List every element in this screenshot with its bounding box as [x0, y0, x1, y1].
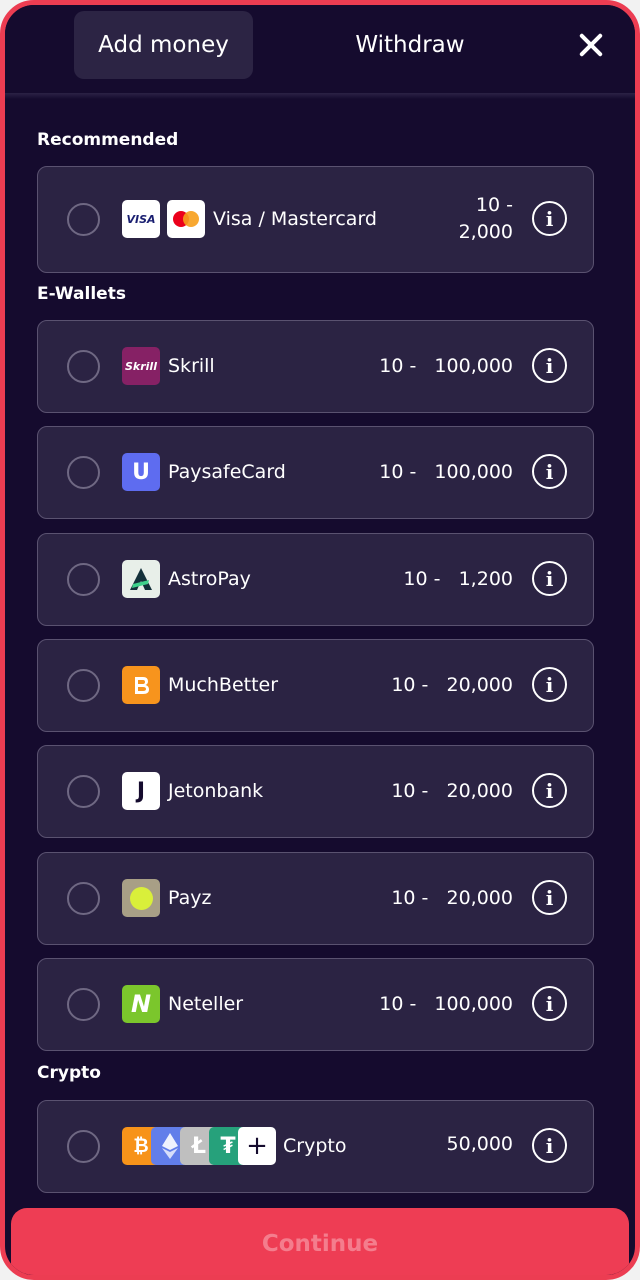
method-name: AstroPay — [168, 568, 251, 590]
info-icon[interactable]: i — [532, 880, 567, 915]
info-icon[interactable]: i — [532, 1128, 567, 1163]
method-limits: 10 - 20,000 — [391, 780, 513, 802]
payment-option-crypto[interactable]: ₿ Ł ₮ + Crypto 50,000 i — [37, 1100, 594, 1193]
method-name: Jetonbank — [168, 780, 264, 802]
radio-button[interactable] — [67, 456, 100, 489]
method-name: MuchBetter — [168, 674, 279, 696]
payment-option-payz[interactable]: Payz 10 - 20,000 i — [37, 852, 594, 945]
neteller-logo-icon: N — [122, 985, 160, 1023]
paysafecard-logo-icon: U — [122, 453, 160, 491]
info-icon[interactable]: i — [532, 201, 567, 236]
method-name: PaysafeCard — [168, 461, 286, 483]
skrill-logo-icon: Skrill — [122, 347, 160, 385]
section-title-ewallets: E-Wallets — [37, 284, 126, 304]
method-limits: 10 - 2,000 — [458, 194, 513, 243]
method-name: Payz — [168, 887, 212, 909]
radio-button[interactable] — [67, 882, 100, 915]
modal-header: Add money Withdraw — [5, 5, 635, 95]
payment-option-skrill[interactable]: Skrill Skrill 10 - 100,000 i — [37, 320, 594, 413]
payment-option-jetonbank[interactable]: J Jetonbank 10 - 20,000 i — [37, 745, 594, 838]
mastercard-logo-icon — [167, 200, 205, 238]
tab-add-money[interactable]: Add money — [74, 11, 253, 79]
section-title-recommended: Recommended — [37, 130, 179, 150]
muchbetter-logo-icon — [122, 666, 160, 704]
payment-option-paysafecard[interactable]: U PaysafeCard 10 - 100,000 i — [37, 426, 594, 519]
section-title-crypto: Crypto — [37, 1063, 101, 1083]
jetonbank-logo-icon: J — [122, 772, 160, 810]
radio-button[interactable] — [67, 775, 100, 808]
tab-withdraw[interactable]: Withdraw — [320, 11, 500, 79]
info-icon[interactable]: i — [532, 986, 567, 1021]
payment-option-astropay[interactable]: AstroPay 10 - 1,200 i — [37, 533, 594, 626]
header-divider — [5, 93, 635, 99]
method-limits: 10 - 100,000 — [379, 993, 513, 1015]
radio-button[interactable] — [67, 203, 100, 236]
method-name: Crypto — [283, 1135, 347, 1157]
info-icon[interactable]: i — [532, 667, 567, 702]
radio-button[interactable] — [67, 669, 100, 702]
payz-logo-icon — [122, 879, 160, 917]
method-limits: 10 - 1,200 — [403, 568, 513, 590]
method-limits: 10 - 100,000 — [379, 355, 513, 377]
method-name: Neteller — [168, 993, 244, 1015]
info-icon[interactable]: i — [532, 348, 567, 383]
payment-option-neteller[interactable]: N Neteller 10 - 100,000 i — [37, 958, 594, 1051]
payment-option-visa-mastercard[interactable]: VISA Visa / Mastercard 10 - 2,000 i — [37, 166, 594, 273]
radio-button[interactable] — [67, 988, 100, 1021]
info-icon[interactable]: i — [532, 773, 567, 808]
payment-modal: Add money Withdraw Recommended VISA Visa… — [0, 0, 640, 1280]
radio-button[interactable] — [67, 1130, 100, 1163]
payment-option-muchbetter[interactable]: MuchBetter 10 - 20,000 i — [37, 639, 594, 732]
close-icon[interactable] — [573, 27, 609, 63]
method-name: Visa / Mastercard — [213, 208, 377, 230]
method-limits: 10 - 100,000 — [379, 461, 513, 483]
method-limits: 50,000 — [446, 1133, 513, 1155]
info-icon[interactable]: i — [532, 454, 567, 489]
method-limits: 10 - 20,000 — [391, 887, 513, 909]
info-icon[interactable]: i — [532, 561, 567, 596]
radio-button[interactable] — [67, 350, 100, 383]
radio-button[interactable] — [67, 563, 100, 596]
continue-button[interactable]: Continue — [11, 1208, 629, 1275]
method-limits: 10 - 20,000 — [391, 674, 513, 696]
method-name: Skrill — [168, 355, 215, 377]
astropay-logo-icon — [122, 560, 160, 598]
visa-logo-icon: VISA — [122, 200, 160, 238]
plus-icon: + — [238, 1127, 276, 1165]
